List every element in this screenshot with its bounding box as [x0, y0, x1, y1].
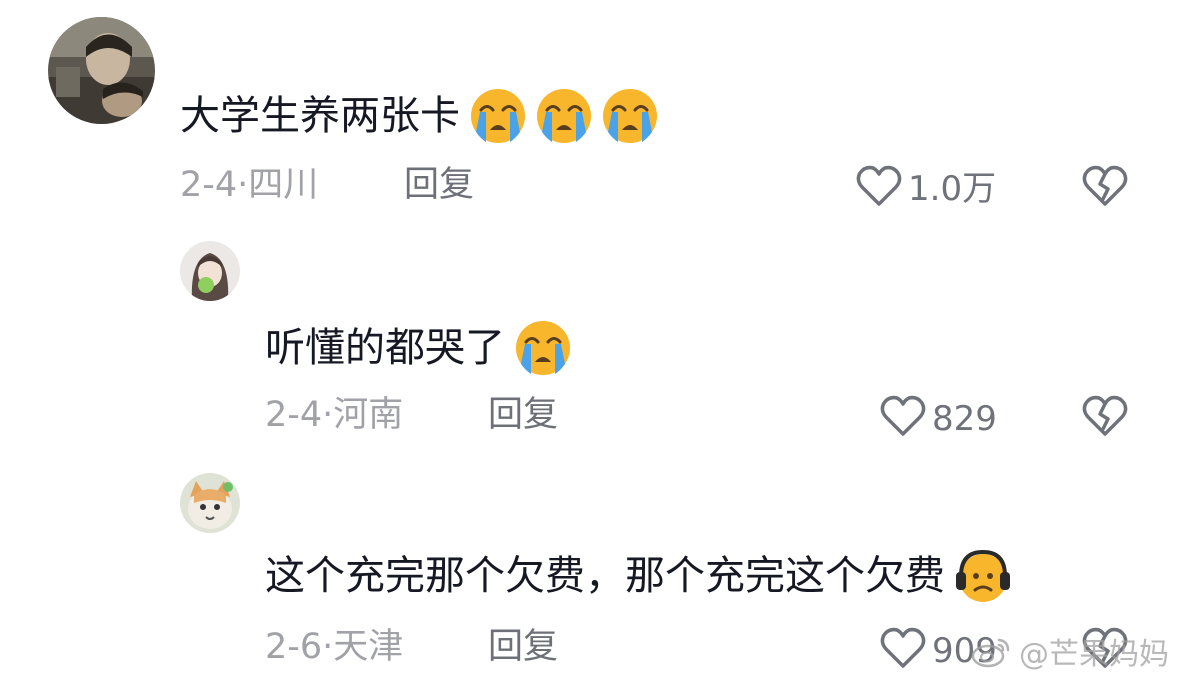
like-button[interactable]: 829	[880, 395, 997, 443]
loudly-crying-face-icon	[536, 88, 592, 144]
heart-icon	[856, 165, 908, 213]
watermark: @芒果妈妈	[971, 636, 1169, 674]
comment-body: 大学生养两张卡	[180, 93, 460, 139]
comment-date: 2-4·	[180, 165, 249, 205]
like-button[interactable]: 1.0万	[856, 165, 996, 213]
comment-location: 四川	[248, 165, 319, 205]
comment-date: 2-6·	[265, 627, 334, 667]
dislike-button[interactable]	[1082, 165, 1128, 211]
reply-button[interactable]: 回复	[404, 168, 474, 203]
comment-text: 听懂的都哭了	[265, 320, 571, 376]
comment-meta: 2-4·四川	[180, 168, 318, 203]
headphones-sad-face-icon	[955, 548, 1011, 604]
comment-text: 这个充完那个欠费，那个充完这个欠费	[265, 548, 1011, 604]
comment-body: 听懂的都哭了	[265, 325, 505, 371]
avatar[interactable]	[180, 473, 240, 533]
broken-heart-icon	[1082, 165, 1128, 211]
comment-text: 大学生养两张卡	[180, 88, 658, 144]
avatar[interactable]	[180, 241, 240, 301]
comment-body: 这个充完那个欠费，那个充完这个欠费	[265, 553, 945, 599]
comment-date: 2-4·	[265, 395, 334, 435]
loudly-crying-face-icon	[470, 88, 526, 144]
like-count: 1.0万	[908, 169, 997, 209]
dislike-button[interactable]	[1082, 395, 1128, 441]
comment-location: 河南	[333, 395, 404, 435]
loudly-crying-face-icon	[515, 320, 571, 376]
reply-button[interactable]: 回复	[488, 398, 558, 433]
comment-meta: 2-6·天津	[265, 630, 403, 665]
avatar[interactable]	[48, 17, 155, 124]
reply-button[interactable]: 回复	[488, 630, 558, 665]
broken-heart-icon	[1082, 395, 1128, 441]
comment-meta: 2-4·河南	[265, 398, 403, 433]
heart-icon	[880, 395, 932, 443]
loudly-crying-face-icon	[602, 88, 658, 144]
weibo-icon	[971, 636, 1019, 674]
watermark-text: @芒果妈妈	[1019, 637, 1169, 672]
like-count: 829	[932, 399, 997, 439]
comment-location: 天津	[333, 627, 404, 667]
heart-icon	[880, 627, 932, 675]
